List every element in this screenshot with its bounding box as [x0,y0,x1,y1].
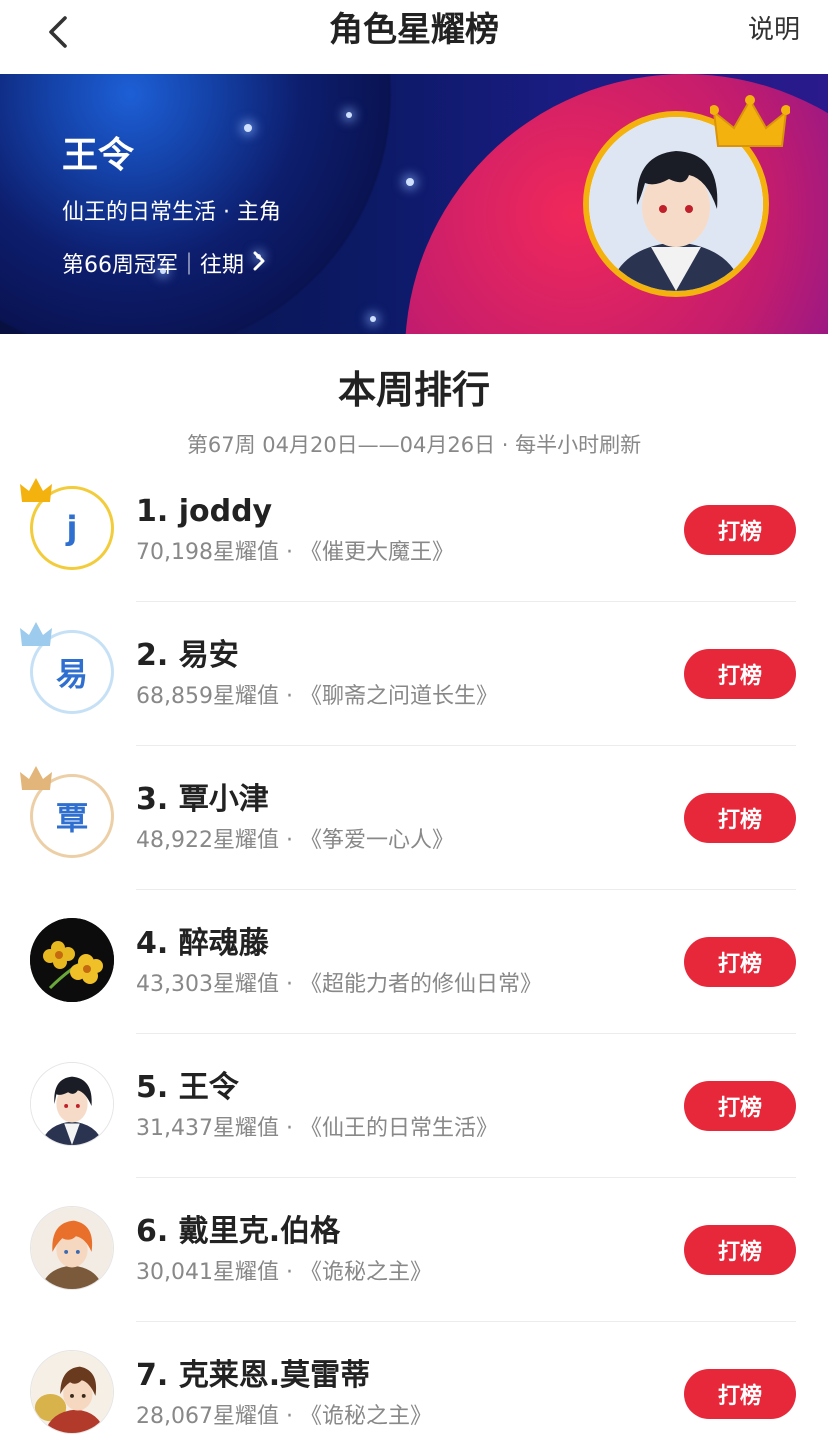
vote-button[interactable]: 打榜 [684,1081,796,1131]
avatar[interactable] [30,1206,114,1290]
champion-work: 仙王的日常生活 · 主角 [62,200,281,225]
rank-name: 3. 覃小津 [136,782,269,817]
ranking-row[interactable]: 覃 3. 覃小津 48,922星耀值 · 《筝爱一心人》 打榜 [0,746,828,890]
ranking-row[interactable]: 易 2. 易安 68,859星耀值 · 《聊斋之问道长生》 打榜 [0,602,828,746]
help-link[interactable]: 说明 [748,12,800,48]
star-decoration [370,316,376,322]
gold-crown-icon [20,478,52,502]
avatar[interactable] [30,918,114,1002]
rank-meta: 30,041星耀值 · 《诡秘之主》 [136,1260,432,1285]
past-champions-link[interactable]: 第66周冠军｜往期 [62,250,266,281]
chevron-right-icon [252,250,266,281]
rank-meta: 28,067星耀值 · 《诡秘之主》 [136,1404,432,1429]
vote-button[interactable]: 打榜 [684,1225,796,1275]
vote-button[interactable]: 打榜 [684,937,796,987]
page-title: 角色星耀榜 [329,10,499,50]
champion-name: 王令 [62,135,135,176]
champion-week-label: 第66周冠军｜往期 [62,252,244,278]
ranking-row[interactable]: 4. 醉魂藤 43,303星耀值 · 《超能力者的修仙日常》 打榜 [0,890,828,1034]
ranking-row[interactable]: 6. 戴里克.伯格 30,041星耀值 · 《诡秘之主》 打榜 [0,1178,828,1322]
rank-name: 6. 戴里克.伯格 [136,1214,341,1249]
avatar[interactable] [30,1062,114,1146]
section-title: 本周排行 [337,367,490,412]
silver-crown-icon [20,622,52,646]
ranking-row[interactable]: 7. 克莱恩.莫雷蒂 28,067星耀值 · 《诡秘之主》 打榜 [0,1322,828,1441]
rank-name: 2. 易安 [136,638,239,673]
rank-name: 1. joddy [136,494,273,529]
ranking-list: j 1. joddy 70,198星耀值 · 《催更大魔王》 打榜 易 2. 易… [0,458,828,1441]
ranking-row[interactable]: 5. 王令 31,437星耀值 · 《仙王的日常生活》 打榜 [0,1034,828,1178]
vote-button[interactable]: 打榜 [684,505,796,555]
crown-icon [710,95,790,147]
ranking-row[interactable]: j 1. joddy 70,198星耀值 · 《催更大魔王》 打榜 [0,458,828,602]
rank-name: 7. 克莱恩.莫雷蒂 [136,1358,371,1393]
bronze-crown-icon [20,766,52,790]
avatar[interactable] [30,1350,114,1434]
star-decoration [346,112,352,118]
rank-name: 5. 王令 [136,1070,239,1105]
vote-button[interactable]: 打榜 [684,649,796,699]
rank-meta: 31,437星耀值 · 《仙王的日常生活》 [136,1116,498,1141]
rank-meta: 70,198星耀值 · 《催更大魔王》 [136,540,454,565]
rank-name: 4. 醉魂藤 [136,926,269,961]
rank-meta: 68,859星耀值 · 《聊斋之问道长生》 [136,684,498,709]
vote-button[interactable]: 打榜 [684,793,796,843]
star-decoration [244,124,252,132]
rank-meta: 48,922星耀值 · 《筝爱一心人》 [136,828,454,853]
champion-banner[interactable]: 王令 仙王的日常生活 · 主角 第66周冠军｜往期 [0,74,828,334]
star-decoration [406,178,414,186]
top-nav: 角色星耀榜 说明 [0,0,828,74]
vote-button[interactable]: 打榜 [684,1369,796,1419]
section-subtitle: 第67周 04月20日——04月26日 · 每半小时刷新 [186,433,642,457]
rank-meta: 43,303星耀值 · 《超能力者的修仙日常》 [136,972,542,997]
